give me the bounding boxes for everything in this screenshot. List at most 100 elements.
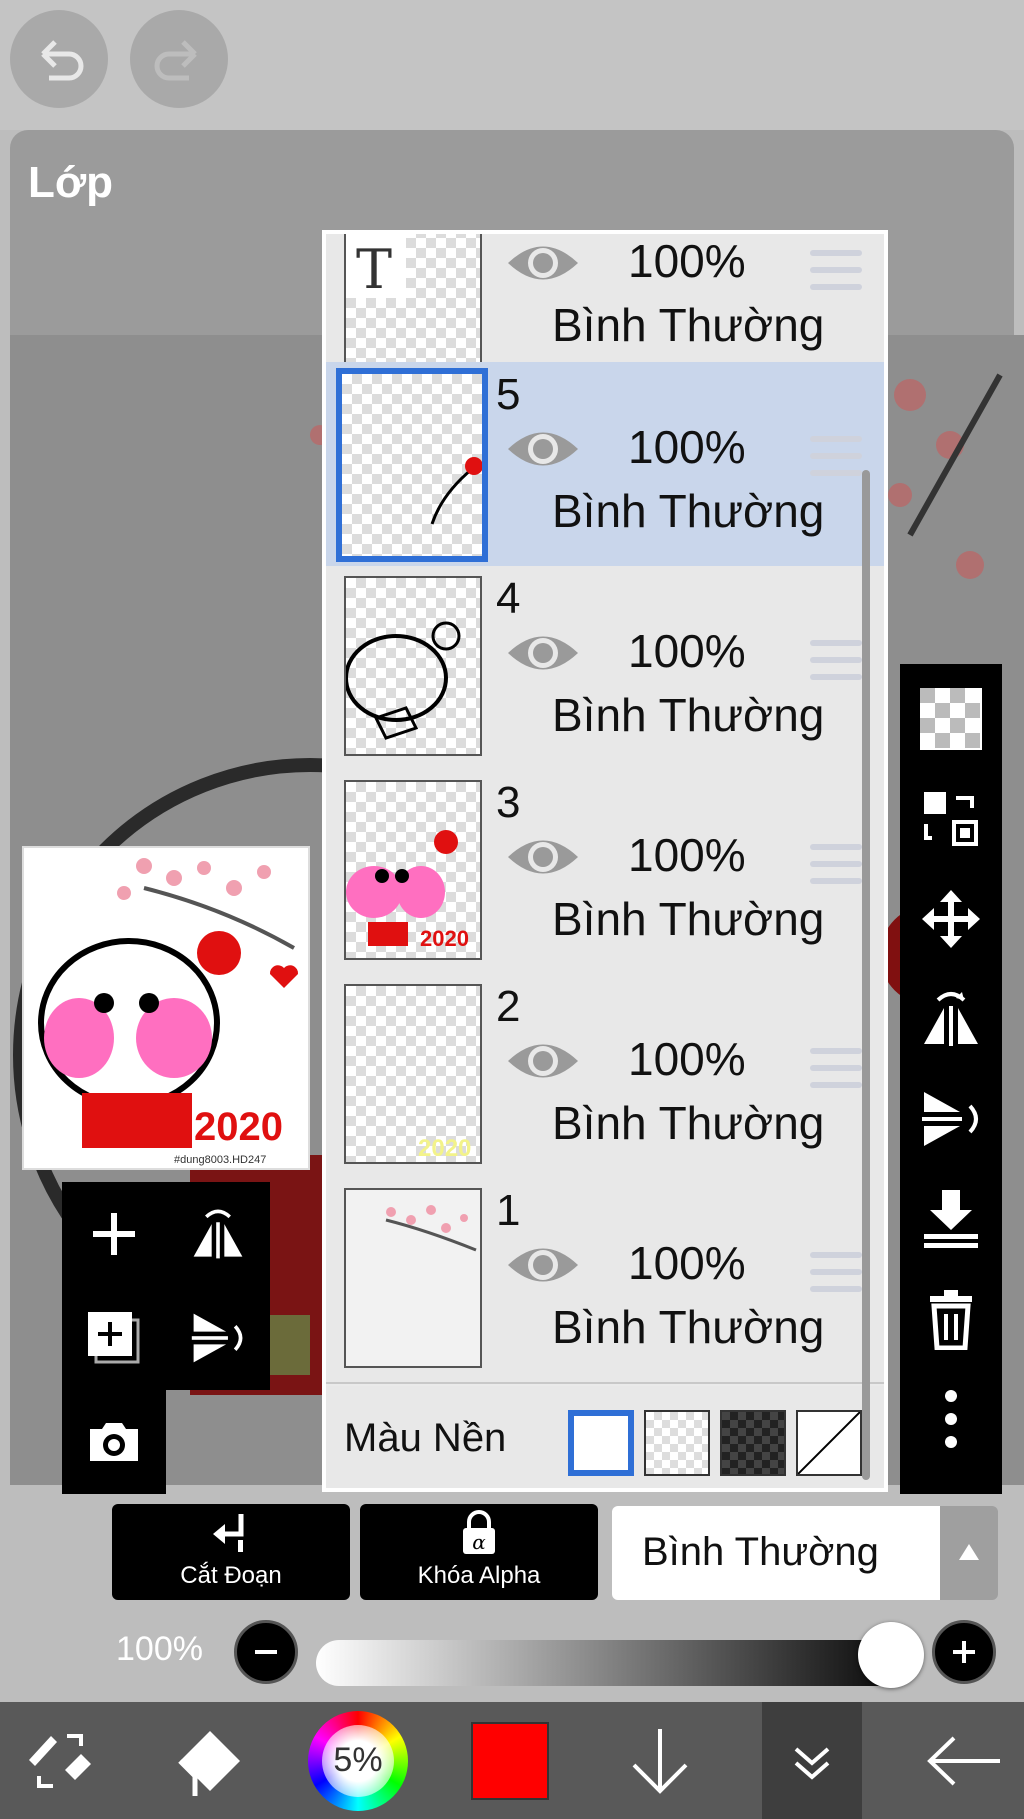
- opacity-slider-knob[interactable]: [858, 1622, 924, 1688]
- blend-mode-select[interactable]: Bình Thường: [612, 1506, 940, 1600]
- layer-thumbnail[interactable]: 2020: [344, 984, 482, 1164]
- layer-list-scrollbar[interactable]: [862, 470, 870, 1480]
- flip-canvas-horizontal-button[interactable]: [166, 1182, 270, 1286]
- opacity-increase-button[interactable]: [932, 1620, 996, 1684]
- layer-row[interactable]: 4 100% Bình Thường: [326, 566, 884, 772]
- redo-button[interactable]: [130, 10, 228, 108]
- alpha-lock-button[interactable]: α Khóa Alpha: [360, 1504, 598, 1600]
- back-button[interactable]: [914, 1702, 1014, 1819]
- preview-signature-text: #dung8003.HD247: [174, 1154, 266, 1166]
- eye-icon[interactable]: [506, 628, 580, 678]
- eraser-icon: [178, 1730, 240, 1796]
- alpha-lock-label: Khóa Alpha: [417, 1562, 541, 1589]
- layer-blend-mode: Bình Thường: [552, 1097, 825, 1149]
- layer-opacity: 100%: [628, 235, 746, 287]
- drag-handle-icon[interactable]: [810, 640, 862, 684]
- add-layer-button[interactable]: [62, 1182, 166, 1286]
- thumb-year-faint: 2020: [418, 1135, 471, 1162]
- collapse-icon: [794, 1746, 830, 1780]
- transparent-fill-button[interactable]: [900, 674, 1002, 764]
- flip-horizontal-button[interactable]: [900, 974, 1002, 1064]
- flip-horizontal-icon: [924, 992, 978, 1046]
- layer-thumbnail[interactable]: T: [344, 234, 482, 366]
- layer-row[interactable]: T 100% Bình Thường: [326, 234, 884, 382]
- transparent-icon: [920, 688, 982, 750]
- back-arrow-icon: [927, 1736, 1000, 1785]
- more-icon: [945, 1390, 957, 1448]
- background-white-swatch[interactable]: [568, 1410, 634, 1476]
- tool-switch-icon: [29, 1733, 91, 1788]
- background-transparent-swatch[interactable]: [644, 1410, 710, 1476]
- layer-opacity: 100%: [628, 1033, 746, 1085]
- chevron-up-icon: [959, 1544, 979, 1560]
- add-layer-icon: [93, 1213, 135, 1255]
- trash-icon: [930, 1290, 972, 1350]
- move-to-layer-button[interactable]: [900, 774, 1002, 864]
- move-icon: [922, 890, 980, 948]
- delete-layer-button[interactable]: [900, 1274, 1002, 1364]
- merge-down-button[interactable]: [900, 1174, 1002, 1264]
- layer-number: 5: [496, 370, 521, 419]
- layer-thumbnail[interactable]: 2020: [344, 780, 482, 960]
- eye-icon[interactable]: [506, 832, 580, 882]
- layer-thumbnail[interactable]: [344, 1188, 482, 1368]
- layer-opacity: 100%: [628, 625, 746, 677]
- drag-handle-icon[interactable]: [810, 250, 862, 294]
- import-photo-button[interactable]: [62, 1390, 166, 1494]
- move-button[interactable]: [900, 874, 1002, 964]
- plus-icon: [953, 1641, 975, 1663]
- eye-icon[interactable]: [506, 424, 580, 474]
- current-color-button[interactable]: [470, 1702, 550, 1819]
- layer-opacity: 100%: [628, 829, 746, 881]
- drag-handle-icon[interactable]: [810, 1252, 862, 1296]
- minus-icon: [255, 1650, 277, 1654]
- eye-icon[interactable]: [506, 1240, 580, 1290]
- preview-year-text: 2020: [194, 1105, 283, 1149]
- eraser-tool-button[interactable]: [160, 1702, 260, 1819]
- background-none-swatch[interactable]: [796, 1410, 862, 1476]
- layer-opacity: 100%: [628, 421, 746, 473]
- background-dark-swatch[interactable]: [720, 1410, 786, 1476]
- flip-vertical-button[interactable]: [900, 1074, 1002, 1164]
- layer-row[interactable]: 1 100% Bình Thường: [326, 1178, 884, 1384]
- redo-icon: [154, 40, 197, 81]
- bottom-navigation: 5%: [0, 1702, 1024, 1819]
- tool-switch-button[interactable]: [0, 1702, 120, 1819]
- move-to-layer-icon: [924, 792, 978, 846]
- canvas-preview[interactable]: 2020 #dung8003.HD247: [22, 846, 310, 1170]
- layer-number: 3: [496, 778, 521, 827]
- drag-handle-icon[interactable]: [810, 844, 862, 888]
- undo-icon: [41, 40, 84, 81]
- opacity-decrease-button[interactable]: [234, 1620, 298, 1684]
- opacity-slider[interactable]: [316, 1640, 916, 1686]
- layer-list[interactable]: T 100% Bình Thường 5 100% Bình Thường 4 100% Bìn…: [322, 230, 888, 1492]
- layer-thumbnail[interactable]: [336, 368, 488, 562]
- blend-mode-dropdown-button[interactable]: [940, 1506, 998, 1600]
- duplicate-layer-button[interactable]: [62, 1286, 166, 1390]
- eye-icon[interactable]: [506, 238, 580, 288]
- layer-panel-button[interactable]: [762, 1702, 862, 1819]
- layer-tools-toolbar: [900, 664, 1002, 1494]
- layer-row[interactable]: 2020 3 100% Bình Thường: [326, 770, 884, 976]
- flip-canvas-vertical-button[interactable]: [166, 1286, 270, 1390]
- layer-opacity: 100%: [628, 1237, 746, 1289]
- brush-size-value: 5%: [322, 1724, 394, 1797]
- drag-handle-icon[interactable]: [810, 436, 862, 480]
- layer-row[interactable]: 5 100% Bình Thường: [326, 362, 884, 568]
- color-wheel-icon: 5%: [308, 1710, 408, 1811]
- layer-add-toolbar: [62, 1182, 270, 1390]
- drag-handle-icon[interactable]: [810, 1048, 862, 1092]
- clipping-label: Cắt Đoạn: [180, 1562, 282, 1589]
- layer-blend-mode: Bình Thường: [552, 299, 825, 351]
- clipping-button[interactable]: Cắt Đoạn: [112, 1504, 350, 1600]
- more-options-button[interactable]: [900, 1374, 1002, 1464]
- color-wheel-button[interactable]: 5%: [306, 1702, 410, 1819]
- duplicate-layer-icon: [88, 1312, 140, 1364]
- layer-thumbnail[interactable]: [344, 576, 482, 756]
- svg-text:α: α: [472, 1530, 486, 1554]
- layer-row[interactable]: 2020 2 100% Bình Thường: [326, 974, 884, 1180]
- eye-icon[interactable]: [506, 1036, 580, 1086]
- undo-button[interactable]: [10, 10, 108, 108]
- layer-down-button[interactable]: [620, 1702, 700, 1819]
- text-layer-letter: T: [356, 238, 392, 301]
